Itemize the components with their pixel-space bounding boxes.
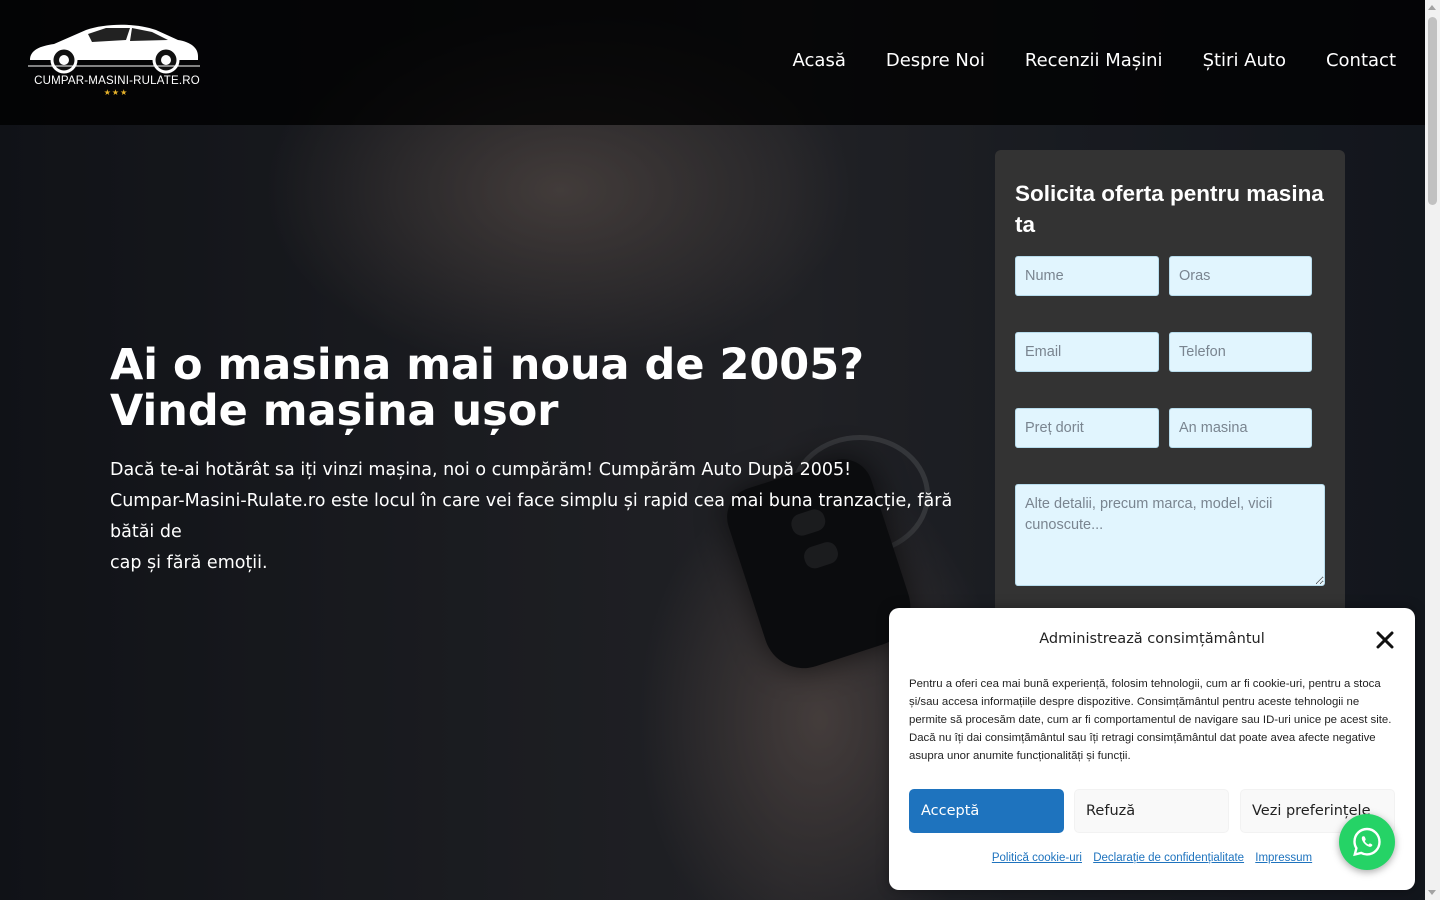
site-logo[interactable]: CUMPAR-MASINI-RULATE.RO ★★★: [26, 20, 201, 100]
consent-body-text: Pentru a oferi cea mai bună experiență, …: [909, 678, 1392, 762]
nav-item-despre-noi[interactable]: Despre Noi: [886, 50, 985, 71]
accept-button[interactable]: Acceptă: [909, 789, 1064, 833]
scroll-thumb[interactable]: [1428, 17, 1437, 205]
city-input[interactable]: [1169, 256, 1312, 296]
site-header: CUMPAR-MASINI-RULATE.RO ★★★ Acasă Despre…: [0, 0, 1425, 125]
hero-desc-line-2: Cumpar-Masini-Rulate.ro este locul în ca…: [110, 491, 953, 542]
hero-title-line-1: Ai o masina mai noua de 2005?: [110, 340, 865, 390]
logo-stars: ★★★: [103, 88, 129, 97]
hero-title: Ai o masina mai noua de 2005? Vinde mași…: [110, 342, 970, 434]
consent-title: Administrează consimțământul: [1039, 631, 1265, 647]
scroll-down-arrow-icon[interactable]: [1428, 890, 1436, 895]
name-input[interactable]: [1015, 256, 1159, 296]
details-textarea[interactable]: [1015, 484, 1325, 586]
scroll-up-arrow-icon[interactable]: [1428, 5, 1436, 10]
email-input[interactable]: [1015, 332, 1159, 372]
consent-links: Politică cookie-uri Declarație de confid…: [889, 852, 1415, 864]
nav-item-acasa[interactable]: Acasă: [793, 50, 846, 71]
cookie-policy-link[interactable]: Politică cookie-uri: [992, 852, 1082, 864]
close-icon[interactable]: [1373, 628, 1397, 652]
hero-description: Dacă te-ai hotărât sa iți vinzi mașina, …: [110, 455, 990, 579]
form-title: Solicita oferta pentru masina ta: [1015, 181, 1324, 237]
car-year-input[interactable]: [1169, 408, 1312, 448]
nav-item-recenzii-masini[interactable]: Recenzii Mașini: [1025, 50, 1163, 71]
whatsapp-icon: [1353, 827, 1381, 857]
page-scrollbar[interactable]: [1425, 0, 1440, 900]
hero-desc-line-3: cap și fără emoții.: [110, 553, 268, 573]
cookie-consent-dialog: Administrează consimțământul Pentru a of…: [889, 608, 1415, 890]
offer-form-card: Solicita oferta pentru masina ta: [995, 150, 1345, 620]
main-nav: Acasă Despre Noi Recenzii Mașini Știri A…: [793, 50, 1396, 71]
whatsapp-button[interactable]: [1339, 814, 1395, 870]
hero-desc-line-1: Dacă te-ai hotărât sa iți vinzi mașina, …: [110, 460, 852, 480]
logo-text: CUMPAR-MASINI-RULATE.RO: [34, 75, 200, 87]
car-logo-icon: [28, 24, 200, 74]
hero-title-line-2: Vinde mașina ușor: [110, 386, 559, 436]
price-input[interactable]: [1015, 408, 1159, 448]
nav-item-stiri-auto[interactable]: Știri Auto: [1203, 50, 1286, 71]
refuse-button[interactable]: Refuză: [1074, 789, 1229, 833]
privacy-statement-link[interactable]: Declarație de confidențialitate: [1093, 852, 1244, 864]
phone-input[interactable]: [1169, 332, 1312, 372]
nav-item-contact[interactable]: Contact: [1326, 50, 1396, 71]
impressum-link[interactable]: Impressum: [1255, 852, 1312, 864]
